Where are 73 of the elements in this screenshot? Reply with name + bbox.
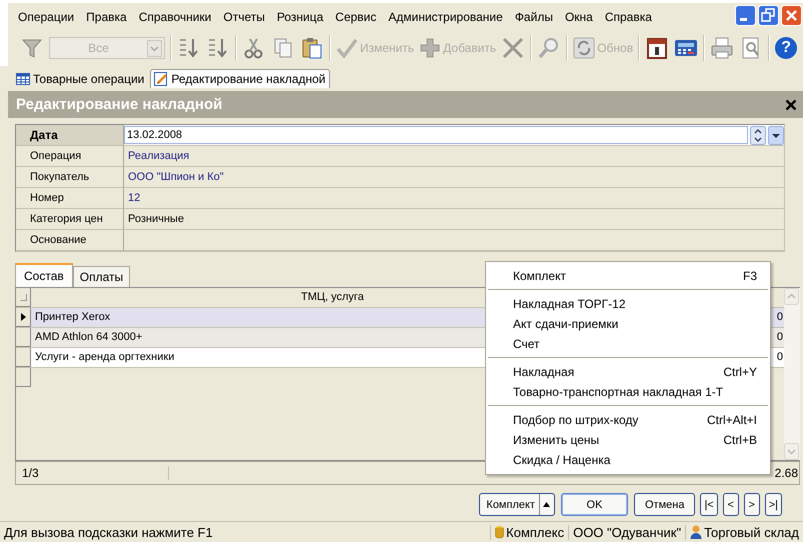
menu-item[interactable]: Отчеты xyxy=(217,8,271,26)
restore-icon[interactable] xyxy=(758,5,779,26)
table-cell-text: 0 xyxy=(776,310,784,325)
cancel-button[interactable]: Отмена xyxy=(634,493,696,516)
menu-item[interactable]: Справочники xyxy=(132,8,218,26)
row-pointer-icon xyxy=(20,313,26,321)
menu-item[interactable]: Администрирование xyxy=(382,8,509,26)
checkmark-icon xyxy=(336,37,358,59)
table-cell-text: Услуги - аренда оргтехники xyxy=(34,350,176,365)
menu-item[interactable]: Правка xyxy=(80,8,133,26)
table-cell-text: 0 xyxy=(776,330,784,345)
help-button[interactable]: ? xyxy=(775,37,798,59)
document-tab[interactable]: Редактирование накладной xyxy=(150,69,330,88)
menu-item[interactable]: Комплект F3 xyxy=(486,266,770,286)
ok-button[interactable]: OK xyxy=(560,493,628,516)
document-tab[interactable]: Товарные операции xyxy=(12,69,148,88)
caret-icon xyxy=(147,40,162,56)
calendar-icon[interactable] xyxy=(645,36,670,60)
warehouse-name: Торговый склад xyxy=(704,524,799,540)
menu-item[interactable]: Сервис xyxy=(329,8,382,26)
navigation-button[interactable]: > xyxy=(744,493,760,516)
close-icon[interactable] xyxy=(785,98,797,110)
minimize-icon[interactable] xyxy=(735,5,756,26)
field-value[interactable]: 12 xyxy=(124,188,784,209)
field-label[interactable]: Дата xyxy=(16,125,124,146)
tab[interactable]: Состав xyxy=(15,263,73,287)
dropdown-icon[interactable] xyxy=(768,126,784,144)
menu-item[interactable]: Файлы xyxy=(508,8,559,26)
spin-buttons-icon[interactable] xyxy=(750,126,766,144)
record-counter: 1/3 xyxy=(16,466,169,480)
field-label[interactable]: Основание xyxy=(16,230,124,251)
pencil-icon xyxy=(154,72,168,86)
menu-item[interactable]: Скидка / Наценка xyxy=(486,450,770,470)
field-value[interactable]: ООО "Шпион и Ко" xyxy=(124,167,784,188)
menu-item[interactable]: Товарно-транспортная накладная 1-Т xyxy=(486,382,770,402)
corner-icon xyxy=(20,294,26,300)
table-cell-text: AMD Athlon 64 3000+ xyxy=(34,330,144,345)
field-value[interactable]: Реализация xyxy=(124,146,784,167)
navigation-button[interactable]: |< xyxy=(700,493,718,516)
field-label[interactable]: Номер xyxy=(16,188,124,209)
paste-icon[interactable] xyxy=(300,36,324,60)
table-cell-text: Принтер Xerox xyxy=(34,310,112,325)
table-cell-text: 0 xyxy=(776,350,784,365)
field-label[interactable]: Покупатель xyxy=(16,167,124,188)
navigation-button[interactable]: < xyxy=(722,493,739,516)
row-header[interactable] xyxy=(16,308,31,327)
database-icon xyxy=(495,525,504,539)
table-icon xyxy=(16,73,30,85)
column-header[interactable]: ТМЦ, услуга xyxy=(31,288,471,307)
plus-icon xyxy=(419,37,442,59)
field-value[interactable]: Розничные xyxy=(124,209,784,230)
date-field[interactable]: 13.02.2008 xyxy=(124,126,748,144)
navigation-button[interactable]: >| xyxy=(764,493,782,516)
menu-item[interactable]: Розница xyxy=(270,8,330,26)
printer-icon[interactable] xyxy=(710,36,734,60)
tab[interactable]: Оплаты xyxy=(72,266,130,287)
menu-item[interactable]: Окна xyxy=(558,8,599,26)
menu-item[interactable]: Изменить цены Ctrl+B xyxy=(486,430,770,450)
kit-button[interactable]: Комплект xyxy=(479,493,555,516)
menu-item[interactable]: Операции xyxy=(12,8,80,26)
database-name: Комплекс xyxy=(506,524,564,540)
form-title: Редактирование накладной xyxy=(16,96,222,113)
caret-up-icon xyxy=(542,502,550,507)
refresh-icon xyxy=(573,37,596,59)
status-hint: Для вызова подсказки нажмите F1 xyxy=(3,524,214,540)
menu-item[interactable]: Подбор по штрих-коду Ctrl+Alt+I xyxy=(486,410,770,430)
menu-item[interactable]: Справка xyxy=(598,8,658,26)
total-value: 2.68 xyxy=(774,466,799,480)
delete-icon[interactable] xyxy=(501,36,526,60)
person-icon xyxy=(690,525,702,539)
field-label[interactable]: Категория цен xyxy=(16,209,124,230)
company-name: ООО "Одуванчик" xyxy=(568,524,686,540)
field-label[interactable]: Операция xyxy=(16,146,124,167)
